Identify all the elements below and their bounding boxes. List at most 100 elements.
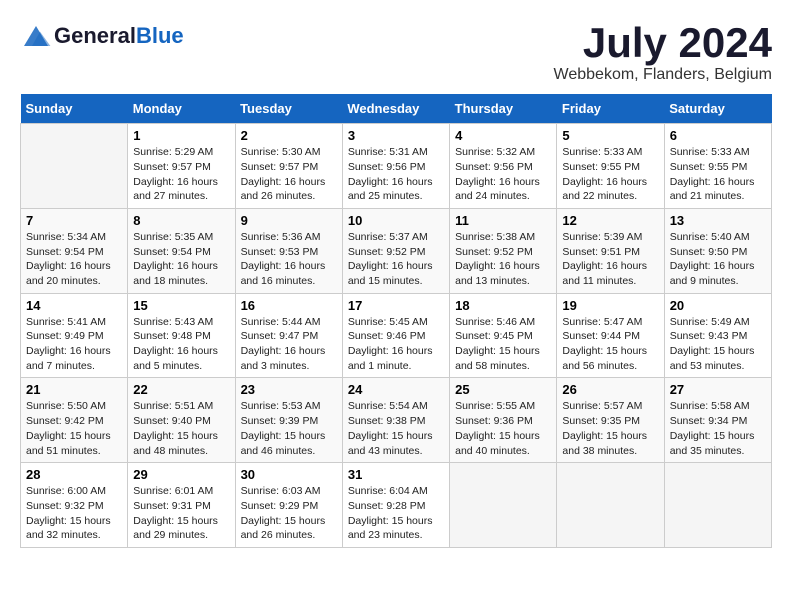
- day-info: Sunrise: 5:41 AMSunset: 9:49 PMDaylight:…: [26, 315, 122, 374]
- calendar-cell: 5 Sunrise: 5:33 AMSunset: 9:55 PMDaylight…: [557, 124, 664, 209]
- day-info: Sunrise: 5:36 AMSunset: 9:53 PMDaylight:…: [241, 230, 337, 289]
- calendar-cell: 20Sunrise: 5:49 AMSunset: 9:43 PMDayligh…: [664, 293, 771, 378]
- day-info: Sunrise: 5:34 AMSunset: 9:54 PMDaylight:…: [26, 230, 122, 289]
- header-sunday: Sunday: [21, 94, 128, 124]
- calendar-header-row: SundayMondayTuesdayWednesdayThursdayFrid…: [21, 94, 772, 124]
- calendar-cell: 22Sunrise: 5:51 AMSunset: 9:40 PMDayligh…: [128, 378, 235, 463]
- calendar-cell: 29 Sunrise: 6:01 AMSunset: 9:31 PMDayligh…: [128, 463, 235, 548]
- day-info: Sunrise: 5:44 AMSunset: 9:47 PMDaylight:…: [241, 315, 337, 374]
- month-title: July 2024: [554, 20, 772, 66]
- day-info: Sunrise: 5:47 AMSunset: 9:44 PMDaylight:…: [562, 315, 658, 374]
- calendar-cell: 30 Sunrise: 6:03 AMSunset: 9:29 PMDayligh…: [235, 463, 342, 548]
- header-thursday: Thursday: [450, 94, 557, 124]
- page-header: GeneralBlue July 2024 Webbekom, Flanders…: [20, 20, 772, 84]
- day-number: 7: [26, 213, 122, 228]
- day-info: Sunrise: 5:35 AMSunset: 9:54 PMDaylight:…: [133, 230, 229, 289]
- calendar-cell: 12Sunrise: 5:39 AMSunset: 9:51 PMDayligh…: [557, 208, 664, 293]
- logo-icon: [20, 20, 52, 52]
- header-friday: Friday: [557, 94, 664, 124]
- calendar-cell: 7 Sunrise: 5:34 AMSunset: 9:54 PMDaylight…: [21, 208, 128, 293]
- day-info: Sunrise: 5:31 AMSunset: 9:56 PMDaylight:…: [348, 145, 444, 204]
- calendar-cell: 17Sunrise: 5:45 AMSunset: 9:46 PMDayligh…: [342, 293, 449, 378]
- day-info: Sunrise: 5:58 AMSunset: 9:34 PMDaylight:…: [670, 399, 766, 458]
- day-number: 21: [26, 382, 122, 397]
- calendar-cell: 18 Sunrise: 5:46 AMSunset: 9:45 PMDayligh…: [450, 293, 557, 378]
- day-info: Sunrise: 5:33 AMSunset: 9:55 PMDaylight:…: [670, 145, 766, 204]
- logo-blue-text: Blue: [136, 23, 184, 49]
- day-number: 11: [455, 213, 551, 228]
- day-number: 3: [348, 128, 444, 143]
- day-info: Sunrise: 5:49 AMSunset: 9:43 PMDaylight:…: [670, 315, 766, 374]
- day-info: Sunrise: 6:01 AMSunset: 9:31 PMDaylight:…: [133, 484, 229, 543]
- day-number: 24: [348, 382, 444, 397]
- calendar-cell: [557, 463, 664, 548]
- header-wednesday: Wednesday: [342, 94, 449, 124]
- day-info: Sunrise: 5:51 AMSunset: 9:40 PMDaylight:…: [133, 399, 229, 458]
- day-number: 25: [455, 382, 551, 397]
- day-info: Sunrise: 5:40 AMSunset: 9:50 PMDaylight:…: [670, 230, 766, 289]
- day-number: 18: [455, 298, 551, 313]
- calendar-cell: 26Sunrise: 5:57 AMSunset: 9:35 PMDayligh…: [557, 378, 664, 463]
- day-number: 29: [133, 467, 229, 482]
- title-block: July 2024 Webbekom, Flanders, Belgium: [554, 20, 772, 84]
- day-number: 19: [562, 298, 658, 313]
- calendar-cell: 25 Sunrise: 5:55 AMSunset: 9:36 PMDayligh…: [450, 378, 557, 463]
- logo-general-text: General: [54, 23, 136, 49]
- day-number: 14: [26, 298, 122, 313]
- calendar-cell: [450, 463, 557, 548]
- day-number: 5: [562, 128, 658, 143]
- day-info: Sunrise: 5:38 AMSunset: 9:52 PMDaylight:…: [455, 230, 551, 289]
- day-number: 6: [670, 128, 766, 143]
- day-info: Sunrise: 5:46 AMSunset: 9:45 PMDaylight:…: [455, 315, 551, 374]
- week-row-4: 21 Sunrise: 5:50 AMSunset: 9:42 PMDayligh…: [21, 378, 772, 463]
- header-monday: Monday: [128, 94, 235, 124]
- calendar-cell: 8Sunrise: 5:35 AMSunset: 9:54 PMDaylight…: [128, 208, 235, 293]
- calendar-cell: 2 Sunrise: 5:30 AMSunset: 9:57 PMDaylight…: [235, 124, 342, 209]
- day-info: Sunrise: 5:50 AMSunset: 9:42 PMDaylight:…: [26, 399, 122, 458]
- day-number: 2: [241, 128, 337, 143]
- day-number: 28: [26, 467, 122, 482]
- day-info: Sunrise: 5:37 AMSunset: 9:52 PMDaylight:…: [348, 230, 444, 289]
- calendar-cell: 27 Sunrise: 5:58 AMSunset: 9:34 PMDayligh…: [664, 378, 771, 463]
- day-number: 30: [241, 467, 337, 482]
- calendar-table: SundayMondayTuesdayWednesdayThursdayFrid…: [20, 94, 772, 548]
- header-tuesday: Tuesday: [235, 94, 342, 124]
- day-number: 10: [348, 213, 444, 228]
- calendar-cell: 4Sunrise: 5:32 AMSunset: 9:56 PMDaylight…: [450, 124, 557, 209]
- day-info: Sunrise: 5:55 AMSunset: 9:36 PMDaylight:…: [455, 399, 551, 458]
- day-number: 23: [241, 382, 337, 397]
- location-subtitle: Webbekom, Flanders, Belgium: [554, 66, 772, 84]
- day-info: Sunrise: 5:45 AMSunset: 9:46 PMDaylight:…: [348, 315, 444, 374]
- calendar-cell: 9 Sunrise: 5:36 AMSunset: 9:53 PMDaylight…: [235, 208, 342, 293]
- day-info: Sunrise: 5:33 AMSunset: 9:55 PMDaylight:…: [562, 145, 658, 204]
- calendar-cell: 11 Sunrise: 5:38 AMSunset: 9:52 PMDayligh…: [450, 208, 557, 293]
- day-number: 26: [562, 382, 658, 397]
- week-row-2: 7 Sunrise: 5:34 AMSunset: 9:54 PMDaylight…: [21, 208, 772, 293]
- calendar-cell: 1 Sunrise: 5:29 AMSunset: 9:57 PMDaylight…: [128, 124, 235, 209]
- calendar-cell: 14 Sunrise: 5:41 AMSunset: 9:49 PMDayligh…: [21, 293, 128, 378]
- day-number: 1: [133, 128, 229, 143]
- calendar-cell: 15Sunrise: 5:43 AMSunset: 9:48 PMDayligh…: [128, 293, 235, 378]
- calendar-cell: 31Sunrise: 6:04 AMSunset: 9:28 PMDayligh…: [342, 463, 449, 548]
- day-info: Sunrise: 5:30 AMSunset: 9:57 PMDaylight:…: [241, 145, 337, 204]
- calendar-cell: 13 Sunrise: 5:40 AMSunset: 9:50 PMDayligh…: [664, 208, 771, 293]
- calendar-cell: 19 Sunrise: 5:47 AMSunset: 9:44 PMDayligh…: [557, 293, 664, 378]
- day-info: Sunrise: 5:29 AMSunset: 9:57 PMDaylight:…: [133, 145, 229, 204]
- calendar-cell: 21 Sunrise: 5:50 AMSunset: 9:42 PMDayligh…: [21, 378, 128, 463]
- day-number: 27: [670, 382, 766, 397]
- calendar-cell: 6 Sunrise: 5:33 AMSunset: 9:55 PMDaylight…: [664, 124, 771, 209]
- calendar-cell: 16Sunrise: 5:44 AMSunset: 9:47 PMDayligh…: [235, 293, 342, 378]
- calendar-cell: 24 Sunrise: 5:54 AMSunset: 9:38 PMDayligh…: [342, 378, 449, 463]
- day-number: 4: [455, 128, 551, 143]
- calendar-cell: 10 Sunrise: 5:37 AMSunset: 9:52 PMDayligh…: [342, 208, 449, 293]
- calendar-cell: 28Sunrise: 6:00 AMSunset: 9:32 PMDayligh…: [21, 463, 128, 548]
- day-number: 9: [241, 213, 337, 228]
- day-number: 13: [670, 213, 766, 228]
- calendar-cell: 3 Sunrise: 5:31 AMSunset: 9:56 PMDaylight…: [342, 124, 449, 209]
- day-info: Sunrise: 5:54 AMSunset: 9:38 PMDaylight:…: [348, 399, 444, 458]
- calendar-cell: [21, 124, 128, 209]
- day-info: Sunrise: 6:03 AMSunset: 9:29 PMDaylight:…: [241, 484, 337, 543]
- week-row-3: 14 Sunrise: 5:41 AMSunset: 9:49 PMDayligh…: [21, 293, 772, 378]
- calendar-cell: [664, 463, 771, 548]
- day-info: Sunrise: 5:43 AMSunset: 9:48 PMDaylight:…: [133, 315, 229, 374]
